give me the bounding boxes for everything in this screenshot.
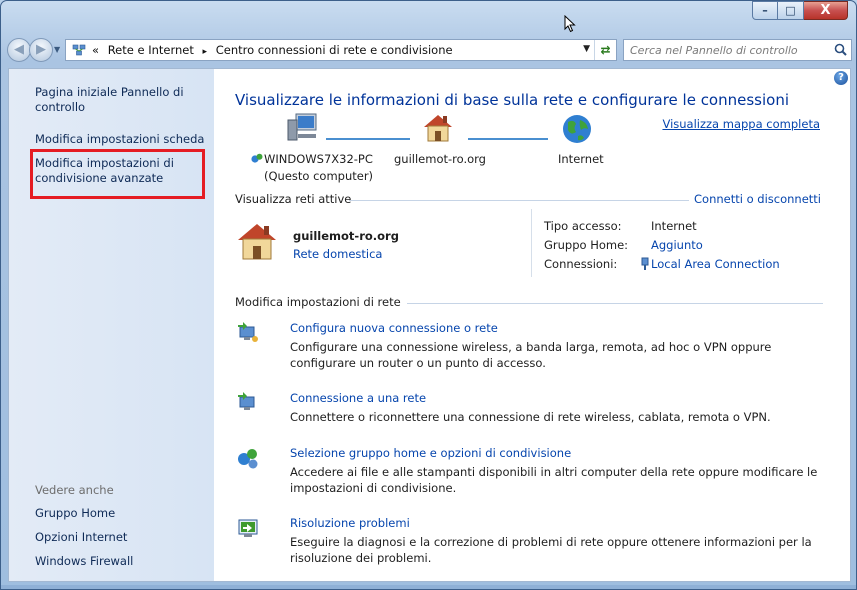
task-link-new-connection[interactable]: Configura nuova connessione o rete (290, 321, 498, 335)
computer-icon (287, 113, 317, 141)
breadcrumb-separator[interactable]: ▸ (203, 47, 208, 57)
active-networks-rule (349, 200, 705, 201)
network-center-icon (72, 44, 86, 56)
help-icon[interactable]: ? (834, 71, 848, 85)
forward-button[interactable]: ▶ (29, 38, 53, 62)
see-also-heading: Vedere anche (35, 483, 114, 497)
task-link-connect-network[interactable]: Connessione a una rete (290, 391, 426, 405)
map-link-line-1 (326, 138, 410, 140)
homegroup-sharing-icon (238, 449, 258, 469)
sidebar: Pagina iniziale Pannello di controllo Mo… (9, 69, 214, 581)
troubleshoot-icon (238, 519, 258, 537)
homegroup-link[interactable]: Aggiunto (651, 238, 703, 252)
task-desc-troubleshoot: Eseguire la diagnosi e la correzione di … (290, 535, 812, 565)
connect-network-icon (238, 392, 255, 410)
search-input[interactable] (624, 40, 824, 60)
task-desc-connect-network: Connettere o riconnettere una connession… (290, 410, 771, 424)
minimize-icon: – (762, 4, 768, 17)
breadcrumb: « Rete e Internet ▸ Centro connessioni d… (92, 43, 453, 57)
home-network-icon (238, 224, 276, 260)
maximize-button[interactable]: □ (778, 1, 804, 20)
internet-globe-icon (563, 115, 591, 143)
caption-buttons: – □ X (752, 1, 848, 20)
task-link-troubleshoot[interactable]: Risoluzione problemi (290, 516, 410, 530)
sidebar-item-windows-firewall[interactable]: Windows Firewall (35, 554, 133, 569)
window: – □ X ◀ ▶ ▼ « Rete e Internet ▸ Centro c… (0, 0, 857, 590)
access-type-value: Internet (651, 219, 697, 233)
new-connection-icon (238, 322, 258, 342)
breadcrumb-rete-internet[interactable]: Rete e Internet (108, 43, 194, 57)
close-button[interactable]: X (804, 1, 848, 20)
vertical-divider (531, 209, 532, 277)
change-settings-rule (407, 303, 823, 304)
recent-pages-dropdown-icon[interactable]: ▼ (54, 45, 60, 54)
home-network-icon (424, 115, 452, 142)
window-bottom-border (1, 585, 856, 589)
view-full-map-link[interactable]: Visualizza mappa completa (662, 117, 820, 131)
local-area-connection-link[interactable]: Local Area Connection (651, 257, 780, 271)
computer-note: (Questo computer) (264, 169, 374, 183)
maximize-icon: □ (785, 4, 796, 17)
navigation-bar: ◀ ▶ ▼ « Rete e Internet ▸ Centro conness… (7, 38, 852, 62)
main-panel: Visualizzare le informazioni di base sul… (214, 69, 850, 581)
task-desc-homegroup-sharing: Accedere ai file e alle stampanti dispon… (290, 465, 818, 495)
search-box (623, 39, 852, 61)
change-settings-heading: Modifica impostazioni di rete (235, 295, 401, 309)
search-icon[interactable] (834, 43, 847, 56)
task-link-homegroup-sharing[interactable]: Selezione gruppo home e opzioni di condi… (290, 446, 571, 460)
sidebar-item-homegroup[interactable]: Gruppo Home (35, 506, 115, 521)
active-networks-heading: Visualizza reti attive (235, 192, 352, 206)
access-type-label: Tipo accesso: (544, 219, 622, 233)
close-icon: X (820, 3, 831, 18)
address-dropdown-icon[interactable]: ▼ (583, 44, 590, 54)
map-internet-label: Internet (558, 152, 604, 166)
refresh-button[interactable]: ⇄ (594, 40, 616, 60)
highlight-box (30, 149, 205, 199)
minimize-button[interactable]: – (752, 1, 778, 20)
page-title: Visualizzare le informazioni di base sul… (235, 91, 790, 109)
content-area: Pagina iniziale Pannello di controllo Mo… (8, 68, 851, 582)
sidebar-item-control-panel-home[interactable]: Pagina iniziale Pannello di controllo (35, 85, 185, 115)
sidebar-item-internet-options[interactable]: Opzioni Internet (35, 530, 127, 545)
network-connection-icon (251, 153, 263, 163)
back-arrow-icon: ◀ (14, 42, 24, 57)
map-link-line-2 (468, 138, 548, 140)
mouse-cursor-icon (564, 15, 576, 33)
breadcrumb-overflow[interactable]: « (92, 43, 99, 57)
address-bar[interactable]: « Rete e Internet ▸ Centro connessioni d… (65, 39, 617, 61)
back-button[interactable]: ◀ (7, 38, 31, 62)
network-type-link[interactable]: Rete domestica (293, 247, 382, 261)
map-network-name: guillemot-ro.org (394, 152, 486, 166)
task-desc-new-connection: Configurare una connessione wireless, a … (290, 340, 772, 370)
forward-arrow-icon: ▶ (36, 42, 46, 57)
active-network-name: guillemot-ro.org (293, 229, 399, 243)
ethernet-icon (641, 257, 649, 270)
computer-name: WINDOWS7X32-PC (264, 152, 373, 166)
homegroup-label: Gruppo Home: (544, 238, 629, 252)
connections-label: Connessioni: (544, 257, 618, 271)
connect-disconnect-link[interactable]: Connetti o disconnetti (689, 192, 821, 206)
sidebar-item-adapter-settings[interactable]: Modifica impostazioni scheda (35, 132, 204, 147)
breadcrumb-network-center[interactable]: Centro connessioni di rete e condivision… (216, 43, 453, 57)
